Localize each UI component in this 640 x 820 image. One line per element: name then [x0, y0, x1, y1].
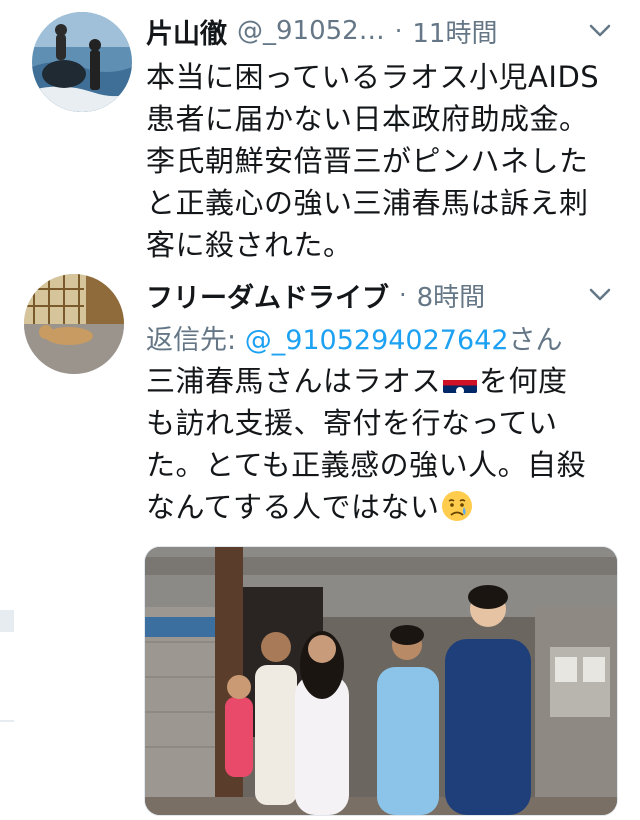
tweet-text: 本当に困っているラオス小児AIDS 患者に届かない日本政府助成金。 李氏朝鮮安倍…	[146, 60, 600, 262]
tweet-photo[interactable]	[144, 546, 618, 816]
reply-suffix: さん	[508, 325, 563, 356]
divider	[0, 720, 14, 722]
avatar[interactable]	[32, 12, 132, 112]
tweet-text: 三浦春馬さんはラオス を何度 も訪れ支援、寄付を行なってい た。とても正義感の強い…	[146, 360, 616, 528]
timestamp[interactable]: 11時間	[412, 13, 497, 50]
reply-to: 返信先: @_9105294027642さん	[146, 318, 563, 357]
crying-face-emoji-icon	[440, 489, 474, 523]
chevron-down-icon[interactable]	[580, 274, 620, 316]
tweet-header: 片山徹 @_91052… · 11時間	[146, 10, 620, 52]
laos-flag-icon	[443, 371, 478, 393]
separator-dot: ·	[399, 281, 407, 309]
author-name[interactable]: 片山徹	[146, 12, 227, 51]
chevron-down-icon[interactable]	[580, 10, 620, 52]
tweet-header: フリーダムドライブ · 8時間	[146, 274, 620, 316]
tweet[interactable]: フリーダムドライブ · 8時間 返信先: @_9105294027642さん 三…	[0, 262, 640, 820]
separator-dot: ·	[394, 17, 403, 45]
tweet-text-part1: 三浦春馬さんはラオス	[146, 364, 442, 398]
tweet[interactable]: 片山徹 @_91052… · 11時間 本当に困っているラオス小児AIDS 患者…	[0, 0, 640, 262]
author-name[interactable]: フリーダムドライブ	[146, 276, 389, 315]
reply-prefix: 返信先:	[146, 325, 245, 356]
reply-handle-link[interactable]: @_9105294027642	[245, 325, 509, 356]
avatar[interactable]	[24, 274, 124, 374]
author-handle[interactable]: @_91052…	[237, 16, 385, 46]
timestamp[interactable]: 8時間	[417, 277, 486, 314]
